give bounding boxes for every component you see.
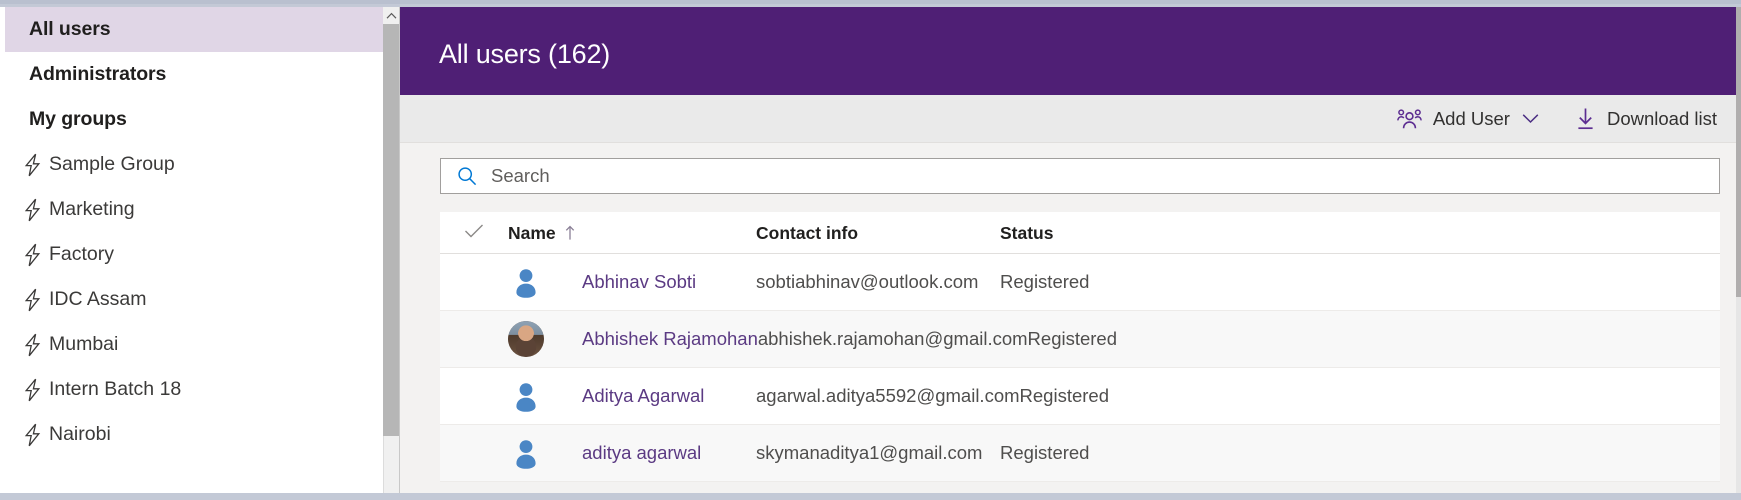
- bolt-icon: [23, 378, 49, 402]
- add-people-icon: [1396, 108, 1422, 129]
- chevron-down-icon[interactable]: [1522, 113, 1539, 124]
- window-bottom-chrome: [0, 493, 1741, 500]
- default-person-icon: [516, 269, 536, 298]
- status-badge: Registered: [1000, 271, 1090, 292]
- status-badge: Registered: [1000, 442, 1090, 463]
- avatar-photo: [508, 321, 544, 357]
- column-header-status-label: Status: [1000, 222, 1054, 243]
- user-name-cell: Aditya Agarwal: [508, 378, 756, 414]
- sidebar-scroll-up-button[interactable]: [383, 7, 399, 24]
- user-status-cell: Registered: [1020, 385, 1720, 407]
- sidebar-item-mumbai[interactable]: Mumbai: [5, 322, 383, 367]
- bolt-icon: [23, 333, 49, 357]
- window-top-chrome-inner: [0, 0, 1741, 4]
- command-bar: Add User Download list: [400, 95, 1737, 143]
- sidebar-item-label: My groups: [29, 108, 127, 130]
- status-badge: Registered: [1019, 385, 1109, 406]
- user-contact-text: sobtiabhinav@outlook.com: [756, 271, 979, 292]
- user-name-link[interactable]: Abhishek Rajamohan: [582, 328, 758, 350]
- user-contact-cell: agarwal.aditya5592@gmail.com: [756, 385, 1020, 407]
- download-list-button[interactable]: Download list: [1565, 99, 1727, 139]
- download-icon: [1575, 107, 1596, 130]
- sidebar-item-intern-batch-18[interactable]: Intern Batch 18: [5, 367, 383, 412]
- chevron-up-icon: [386, 12, 397, 20]
- user-name-link[interactable]: Abhinav Sobti: [582, 271, 696, 293]
- page-title: All users (162): [439, 39, 611, 69]
- avatar: [508, 435, 544, 471]
- sidebar-scrollbar-thumb[interactable]: [383, 24, 399, 436]
- user-status-cell: Registered: [1028, 328, 1720, 350]
- users-table: Name Contact info Status Abhinav Sobti s…: [440, 212, 1720, 482]
- sidebar-item-label: All users: [29, 18, 111, 40]
- content-area: Name Contact info Status: [400, 144, 1737, 493]
- page-header: All users (162): [400, 7, 1737, 95]
- search-icon: [457, 166, 477, 186]
- column-header-name-label: Name: [508, 222, 556, 243]
- add-user-label: Add User: [1432, 107, 1510, 129]
- search-box[interactable]: [440, 158, 1720, 194]
- sidebar-item-administrators[interactable]: Administrators: [5, 52, 383, 97]
- checkmark-icon: [464, 223, 484, 244]
- arrow-up-icon: [564, 225, 576, 241]
- avatar: [508, 378, 544, 414]
- column-header-status[interactable]: Status: [1000, 223, 1720, 244]
- sidebar-item-label: Marketing: [49, 198, 135, 220]
- bolt-icon: [23, 288, 49, 312]
- user-contact-text: abhishek.rajamohan@gmail.com: [757, 328, 1028, 349]
- column-header-name[interactable]: Name: [508, 223, 756, 244]
- column-header-contact-info-label: Contact info: [756, 222, 859, 243]
- sidebar-item-nairobi[interactable]: Nairobi: [5, 412, 383, 457]
- sidebar-item-all-users[interactable]: All users: [5, 7, 383, 52]
- avatar: [508, 264, 544, 300]
- bolt-icon: [23, 153, 49, 177]
- sidebar-item-sample-group[interactable]: Sample Group: [5, 142, 383, 187]
- main-panel: All users (162) Add User Download list S…: [400, 7, 1737, 493]
- sidebar-item-factory[interactable]: Factory: [5, 232, 383, 277]
- user-status-cell: Registered: [1000, 442, 1720, 464]
- all-users-page: All users Administrators My groups Sampl…: [0, 0, 1741, 500]
- sidebar-item-my-groups[interactable]: My groups: [5, 97, 383, 142]
- status-badge: Registered: [1027, 328, 1118, 349]
- window-top-chrome: [0, 0, 1741, 7]
- sidebar-item-marketing[interactable]: Marketing: [5, 187, 383, 232]
- user-contact-cell: sobtiabhinav@outlook.com: [756, 271, 1000, 293]
- sidebar: All users Administrators My groups Sampl…: [0, 7, 400, 493]
- user-name-cell: aditya agarwal: [508, 435, 756, 471]
- column-header-contact-info[interactable]: Contact info: [756, 223, 1000, 244]
- user-contact-text: agarwal.aditya5592@gmail.com: [756, 385, 1020, 406]
- sidebar-item-label: Intern Batch 18: [49, 378, 182, 400]
- sidebar-item-label: Administrators: [29, 63, 167, 85]
- user-name-cell: Abhishek Rajamohan: [508, 321, 758, 357]
- bolt-icon: [23, 243, 49, 267]
- sidebar-item-idc-assam[interactable]: IDC Assam: [5, 277, 383, 322]
- user-status-cell: Registered: [1000, 271, 1720, 293]
- bolt-icon: [23, 198, 49, 222]
- sidebar-nav-list: All users Administrators My groups Sampl…: [5, 7, 383, 457]
- user-name-link[interactable]: Aditya Agarwal: [582, 385, 704, 407]
- table-header-row: Name Contact info Status: [440, 213, 1720, 254]
- user-contact-cell: abhishek.rajamohan@gmail.com: [758, 328, 1028, 350]
- user-contact-cell: skymanaditya1@gmail.com: [756, 442, 1000, 464]
- sidebar-item-label: Sample Group: [49, 153, 175, 175]
- table-row[interactable]: Aditya Agarwal agarwal.aditya5592@gmail.…: [440, 368, 1720, 425]
- user-name-link[interactable]: aditya agarwal: [582, 442, 701, 464]
- table-row[interactable]: Abhishek Rajamohan abhishek.rajamohan@gm…: [440, 311, 1720, 368]
- sidebar-item-label: IDC Assam: [49, 288, 147, 310]
- sidebar-item-label: Mumbai: [49, 333, 119, 355]
- sidebar-item-label: Factory: [49, 243, 115, 265]
- sidebar-item-label: Nairobi: [49, 423, 111, 445]
- user-name-cell: Abhinav Sobti: [508, 264, 756, 300]
- select-all-checkbox[interactable]: [440, 223, 508, 244]
- add-user-button[interactable]: Add User: [1387, 99, 1549, 139]
- table-row[interactable]: Abhinav Sobti sobtiabhinav@outlook.com R…: [440, 254, 1720, 311]
- bolt-icon: [23, 423, 49, 447]
- page-scrollbar-thumb[interactable]: [1736, 7, 1741, 297]
- download-list-label: Download list: [1606, 107, 1717, 129]
- search-input[interactable]: [491, 165, 1627, 187]
- user-contact-text: skymanaditya1@gmail.com: [756, 442, 983, 463]
- avatar: [508, 321, 544, 357]
- table-row[interactable]: aditya agarwal skymanaditya1@gmail.com R…: [440, 425, 1720, 482]
- default-person-icon: [516, 383, 536, 412]
- default-person-icon: [516, 440, 536, 469]
